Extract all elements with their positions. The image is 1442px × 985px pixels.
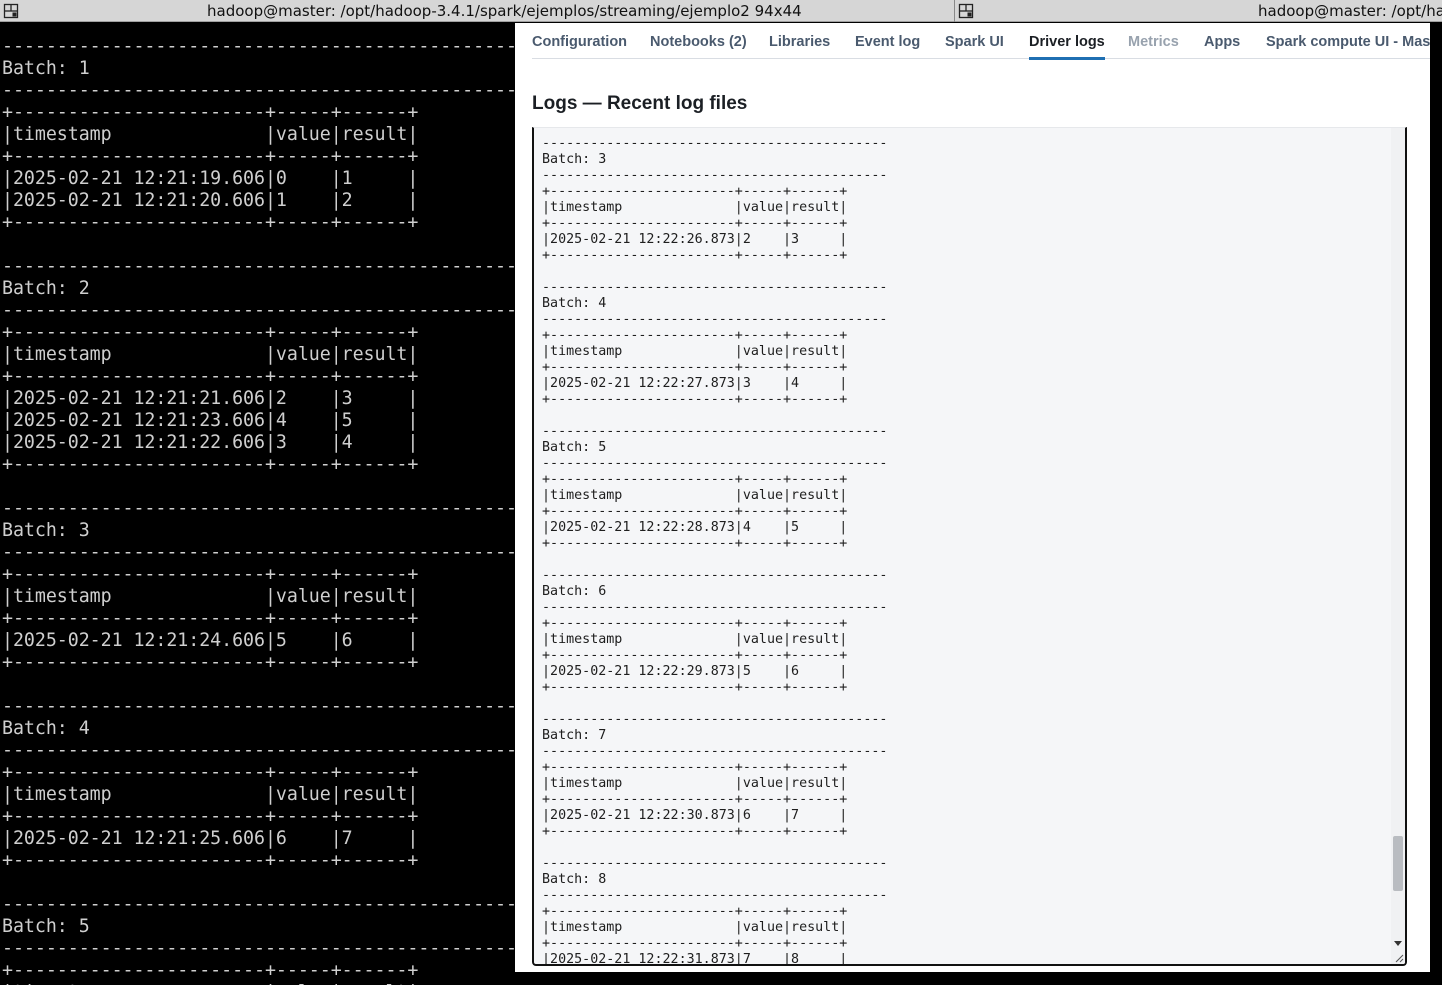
tab-spark-compute-ui[interactable]: Spark compute UI - Maste: [1266, 23, 1430, 59]
tab-apps[interactable]: Apps: [1204, 23, 1240, 59]
second-terminal-title-bar[interactable]: hadoop@master: /opt/had: [955, 0, 1442, 22]
second-terminal-area[interactable]: [1430, 23, 1442, 985]
terminal-window[interactable]: ----------------------------------------…: [0, 23, 515, 985]
tab-spark-ui[interactable]: Spark UI: [945, 23, 1004, 59]
page-title: Logs — Recent log files: [532, 93, 748, 114]
window-menu-icon[interactable]: [958, 3, 974, 19]
tab-libraries[interactable]: Libraries: [769, 23, 830, 59]
scroll-down-arrow-icon[interactable]: [1394, 941, 1402, 946]
window-menu-icon[interactable]: [3, 3, 19, 19]
tab-event-log[interactable]: Event log: [855, 23, 920, 59]
scrollbar-thumb[interactable]: [1393, 836, 1403, 891]
tab-configuration[interactable]: Configuration: [532, 23, 627, 59]
terminal-window-title: hadoop@master: /opt/hadoop-3.4.1/spark/e…: [207, 2, 802, 20]
resize-handle-icon[interactable]: [1394, 953, 1404, 963]
tab-bar: Configuration Notebooks (2) Libraries Ev…: [532, 23, 1430, 60]
tab-driver-logs[interactable]: Driver logs: [1029, 23, 1105, 60]
log-content: ----------------------------------------…: [542, 136, 888, 966]
tab-notebooks[interactable]: Notebooks (2): [650, 23, 747, 59]
second-terminal-window-title: hadoop@master: /opt/had: [1258, 2, 1442, 20]
log-viewer[interactable]: ----------------------------------------…: [532, 127, 1407, 966]
terminal-background-strip: [515, 972, 1430, 985]
terminal-output: ----------------------------------------…: [2, 36, 515, 985]
tab-metrics[interactable]: Metrics: [1128, 23, 1179, 59]
terminal-title-bar[interactable]: hadoop@master: /opt/hadoop-3.4.1/spark/e…: [0, 0, 954, 22]
cluster-details-panel: Configuration Notebooks (2) Libraries Ev…: [515, 23, 1430, 972]
log-scrollbar[interactable]: [1391, 128, 1405, 964]
